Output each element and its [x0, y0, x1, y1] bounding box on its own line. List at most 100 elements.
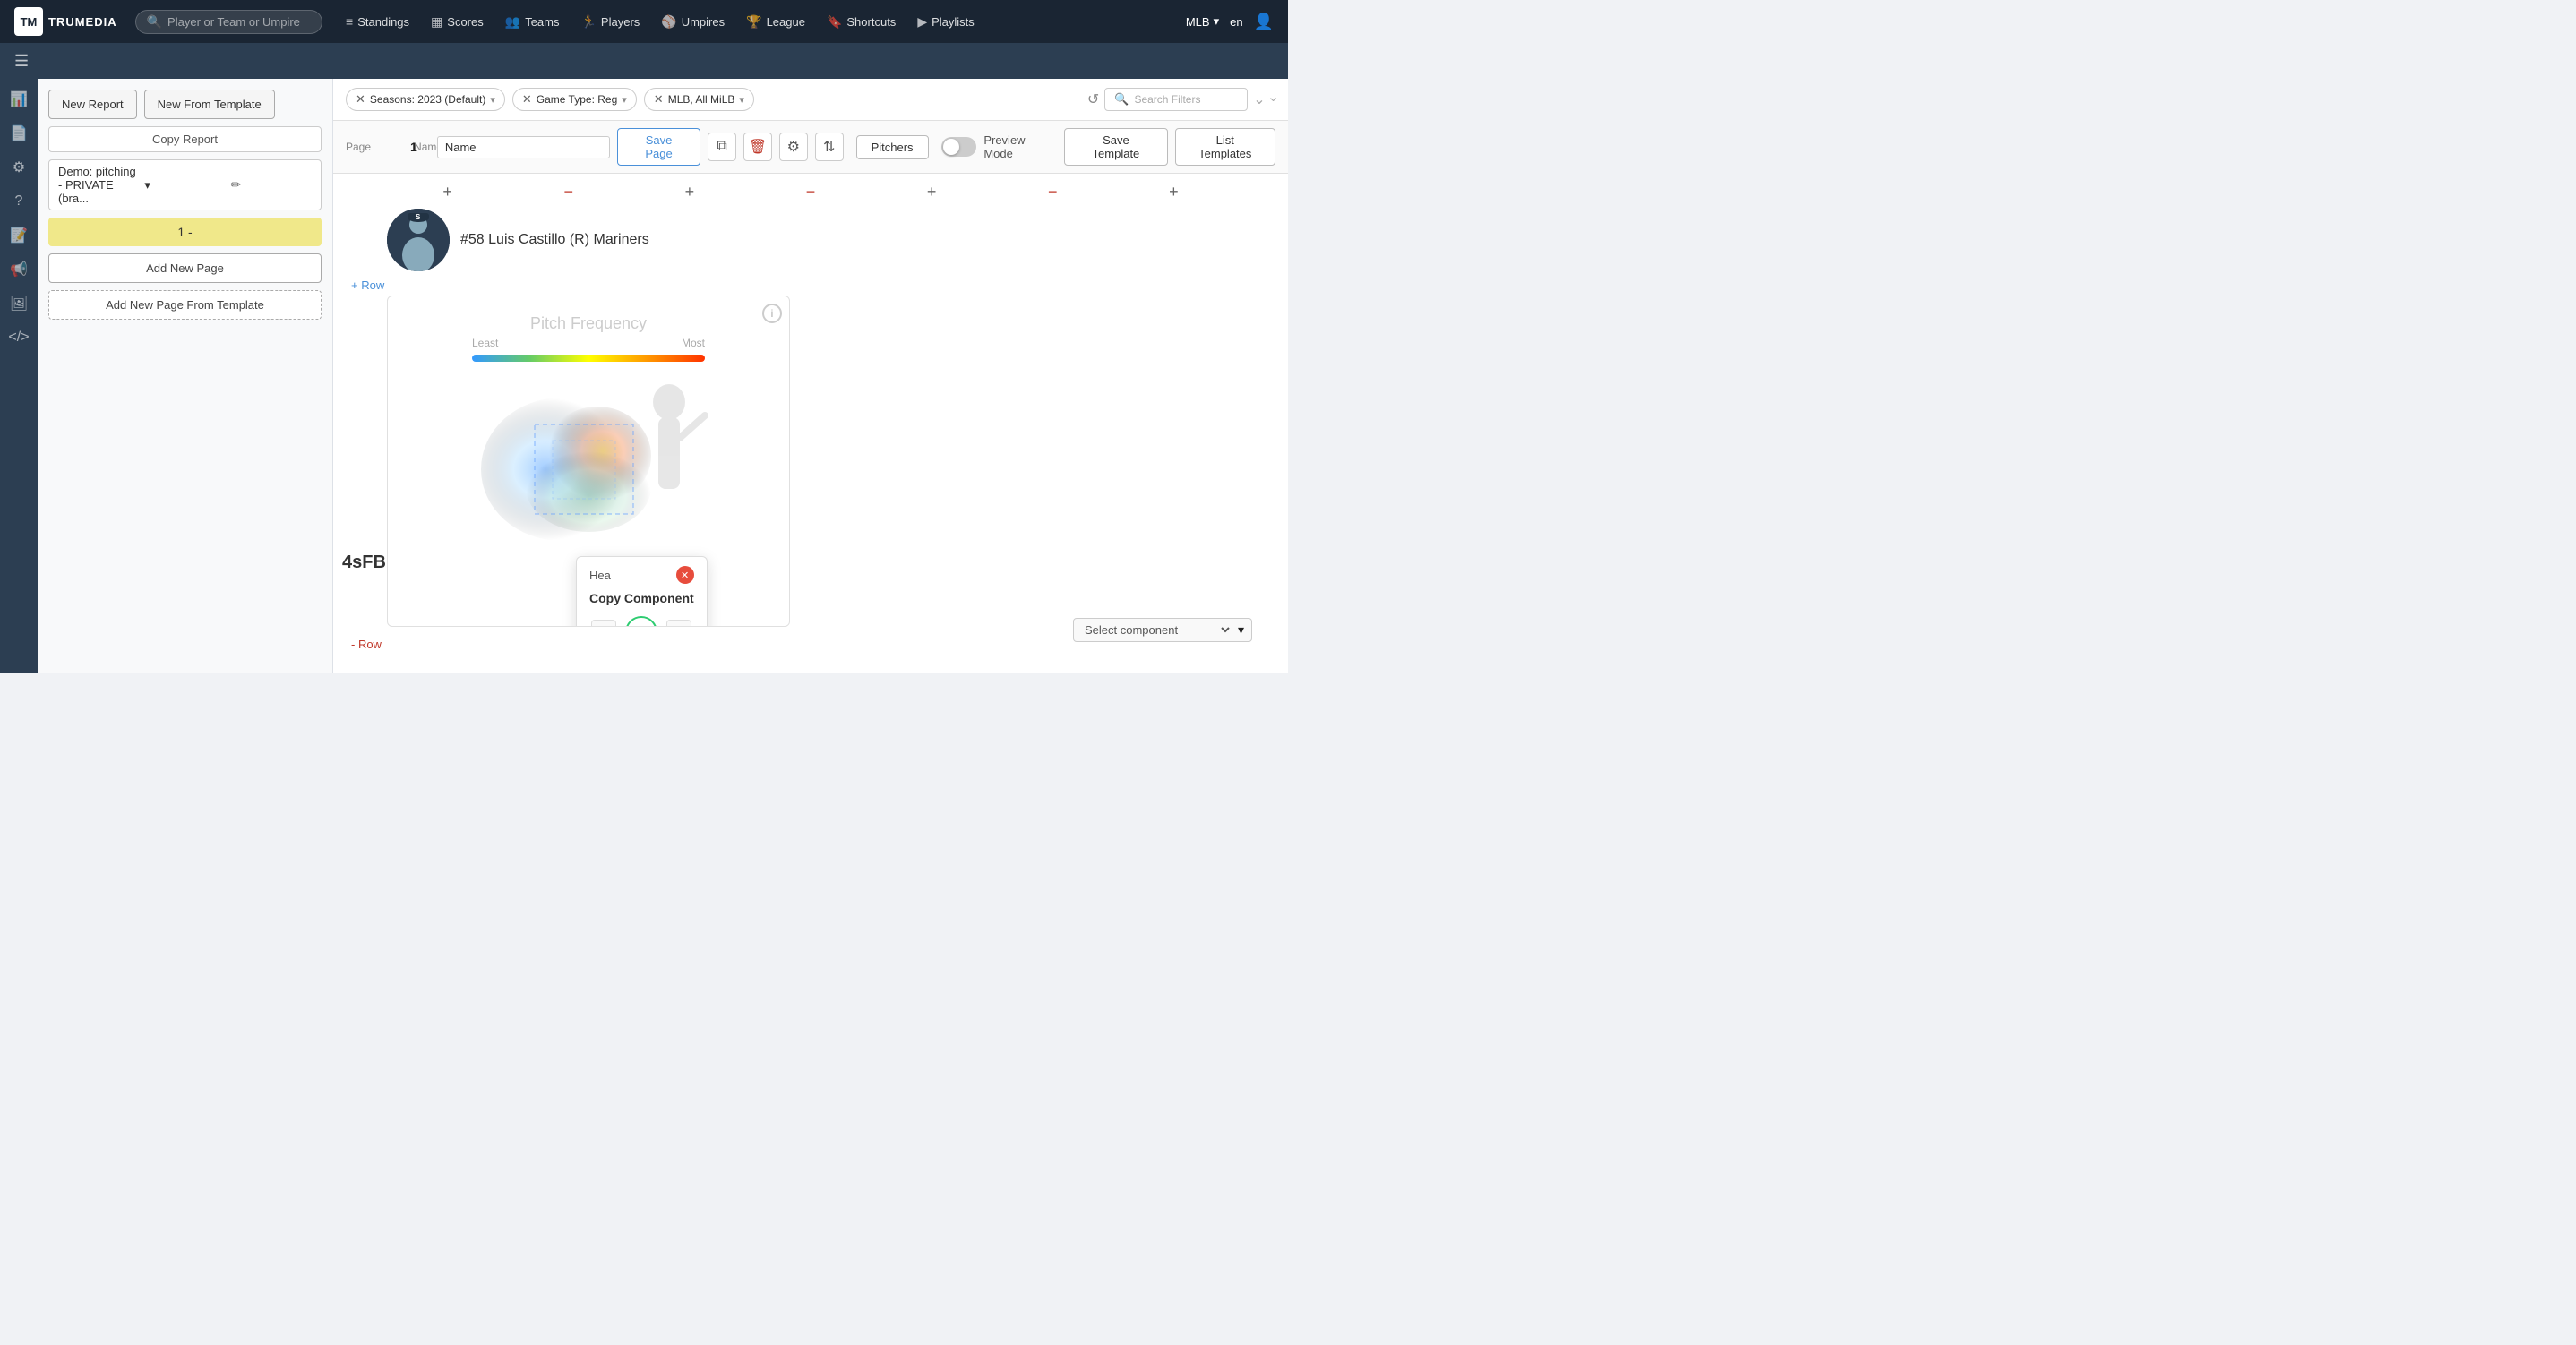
top-buttons: New Report New From Template [48, 90, 322, 119]
teams-icon: 👥 [505, 14, 520, 30]
league-selector[interactable]: MLB ▾ [1186, 14, 1219, 29]
new-from-template-button[interactable]: New From Template [144, 90, 275, 119]
report-selector[interactable]: Demo: pitching - PRIVATE (bra... ▾ ✏ [48, 159, 322, 210]
copy-popup-copy-button[interactable]: ⧉ [625, 616, 657, 627]
nav-label-shortcuts: Shortcuts [846, 15, 896, 29]
sort-button[interactable]: ⇅ [815, 133, 844, 161]
league-chevron-icon: ▾ [1214, 14, 1220, 29]
edit-icon[interactable]: ✏ [231, 177, 312, 193]
filter-gametype-chevron-icon[interactable]: ▾ [622, 94, 627, 106]
search-filters-input[interactable]: 🔍 Search Filters [1104, 88, 1248, 111]
gear-icon: ⚙ [787, 138, 800, 156]
copy-popup-gear-button[interactable]: ⚙ [591, 620, 616, 627]
nav-label-teams: Teams [525, 15, 559, 29]
filter-right-controls: ↺ 🔍 Search Filters ⌄ › [1087, 88, 1275, 111]
pitch-frequency-card: i Pitch Frequency Least Most [387, 296, 790, 627]
remove-col-3-icon[interactable]: − [1034, 183, 1072, 201]
main-content: ✕ Seasons: 2023 (Default) ▾ ✕ Game Type:… [333, 79, 1288, 672]
copy-popup-header: Hea ✕ [589, 566, 694, 584]
toggle-knob [943, 139, 959, 155]
copy-page-button[interactable]: ⧉ [708, 133, 736, 161]
save-page-button[interactable]: Save Page [617, 128, 700, 166]
filter-chip-gametype[interactable]: ✕ Game Type: Reg ▾ [512, 88, 637, 111]
left-panel: New Report New From Template Copy Report… [38, 79, 333, 672]
heatmap-svg [463, 371, 714, 568]
filter-bar: ✕ Seasons: 2023 (Default) ▾ ✕ Game Type:… [333, 79, 1288, 121]
filter-chip-seasons[interactable]: ✕ Seasons: 2023 (Default) ▾ [346, 88, 505, 111]
sidebar-icon-rail: 📊 📄 ⚙ ? 📝 📢 🖼 </> [0, 79, 38, 672]
search-input[interactable] [167, 15, 311, 29]
page-name-input[interactable] [437, 136, 610, 158]
sidebar-icon-images[interactable]: 🖼 [5, 290, 32, 317]
copy-icon: ⧉ [717, 139, 726, 155]
add-col-right-1-icon[interactable]: + [913, 183, 951, 201]
filter-chip-league[interactable]: ✕ MLB, All MiLB ▾ [644, 88, 754, 111]
sidebar-icon-settings[interactable]: ⚙ [5, 154, 32, 181]
nav-item-umpires[interactable]: ⚾ Umpires [652, 9, 734, 35]
nav-item-league[interactable]: 🏆 League [737, 9, 814, 35]
legend-most: Most [682, 337, 705, 349]
settings-button[interactable]: ⚙ [779, 133, 808, 161]
nav-label-umpires: Umpires [682, 15, 725, 29]
sidebar-icon-broadcast[interactable]: 📢 [5, 256, 32, 283]
add-new-page-from-template-button[interactable]: Add New Page From Template [48, 290, 322, 320]
remove-col-2-icon[interactable]: − [792, 183, 830, 201]
sort-icon: ⇅ [823, 138, 835, 156]
info-icon[interactable]: i [762, 304, 782, 323]
sidebar-icon-pages[interactable]: 📄 [5, 120, 32, 147]
add-new-page-button[interactable]: Add New Page [48, 253, 322, 283]
sidebar-icon-reports[interactable]: 📊 [5, 86, 32, 113]
copy-popup-close-button[interactable]: ✕ [676, 566, 694, 584]
add-col-center-icon[interactable]: + [671, 183, 709, 201]
user-icon[interactable]: 👤 [1254, 13, 1274, 31]
filter-expand-icon[interactable]: ⌄ [1253, 90, 1265, 108]
pitchers-button[interactable]: Pitchers [856, 135, 929, 159]
copy-popup-sort-button[interactable]: ⇅ [666, 620, 691, 627]
list-templates-button[interactable]: List Templates [1175, 128, 1275, 166]
logo-icon: TM [14, 7, 43, 36]
pitch-freq-title: Pitch Frequency [530, 314, 647, 333]
menu-icon[interactable]: ☰ [14, 52, 29, 71]
filter-seasons-chevron-icon[interactable]: ▾ [490, 94, 495, 106]
nav-item-teams[interactable]: 👥 Teams [496, 9, 569, 35]
nav-item-standings[interactable]: ≡ Standings [337, 9, 418, 34]
league-label: MLB [1186, 15, 1210, 29]
remove-col-1-icon[interactable]: − [549, 183, 588, 201]
umpires-icon: ⚾ [661, 14, 676, 30]
sidebar-icon-notes[interactable]: 📝 [5, 222, 32, 249]
filter-league-label: MLB, All MiLB [668, 93, 735, 106]
shortcuts-icon: 🔖 [827, 14, 842, 30]
nav-items: ≡ Standings ▦ Scores 👥 Teams 🏃 Players ⚾… [337, 9, 1186, 35]
sidebar-icon-help[interactable]: ? [5, 188, 32, 215]
trash-icon: 🗑 [749, 138, 767, 156]
filter-collapse-icon[interactable]: › [1265, 97, 1281, 101]
add-row-label[interactable]: + Row [333, 275, 1288, 296]
filter-history-icon[interactable]: ↺ [1087, 90, 1099, 108]
select-component-dropdown[interactable]: Select component [1081, 622, 1232, 638]
filter-remove-league-icon[interactable]: ✕ [654, 92, 664, 107]
save-template-button[interactable]: Save Template [1064, 128, 1167, 166]
nav-item-scores[interactable]: ▦ Scores [422, 9, 493, 35]
nav-label-playlists: Playlists [932, 15, 975, 29]
search-icon: 🔍 [147, 14, 162, 30]
preview-toggle-switch[interactable] [941, 137, 977, 157]
sidebar-icon-code[interactable]: </> [5, 324, 32, 351]
filter-league-chevron-icon[interactable]: ▾ [739, 94, 744, 106]
filter-remove-seasons-icon[interactable]: ✕ [356, 92, 365, 107]
copy-popup-icon-row: ⚙ ⧉ ⇅ [589, 613, 694, 627]
new-report-button[interactable]: New Report [48, 90, 137, 119]
add-col-left-1-icon[interactable]: + [428, 183, 467, 201]
nav-item-shortcuts[interactable]: 🔖 Shortcuts [818, 9, 905, 35]
copy-popup-label: Hea [589, 569, 611, 582]
add-col-right-2-icon[interactable]: + [1155, 183, 1193, 201]
nav-item-playlists[interactable]: ▶ Playlists [908, 9, 983, 35]
page-row-1[interactable]: 1 - [48, 218, 322, 246]
global-search[interactable]: 🔍 [135, 10, 322, 34]
delete-page-button[interactable]: 🗑 [743, 133, 772, 161]
lang-selector[interactable]: en [1230, 15, 1242, 29]
filter-remove-gametype-icon[interactable]: ✕ [522, 92, 532, 107]
preview-mode-toggle: Preview Mode [941, 133, 1058, 160]
nav-item-players[interactable]: 🏃 Players [571, 9, 648, 35]
logo[interactable]: TM TRUMEDIA [14, 7, 117, 36]
copy-report-button[interactable]: Copy Report [48, 126, 322, 152]
